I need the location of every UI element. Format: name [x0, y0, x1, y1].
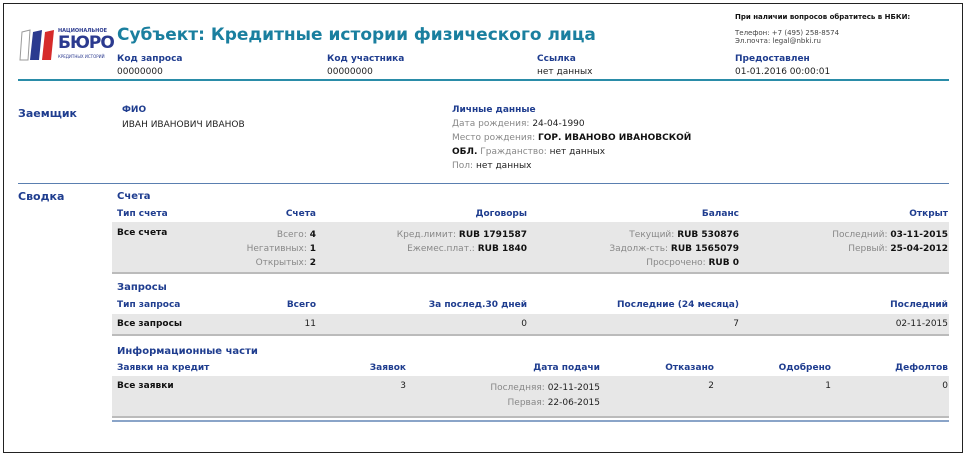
- birth-place: Место рождения: ГОР. ИВАНОВО ИВАНОВСКОЙ: [452, 133, 692, 143]
- account-contracts: Кред.лимит: RUB 1791587 Ежемес.плат.: RU…: [396, 230, 527, 254]
- col-accounts: Счета: [285, 209, 316, 219]
- summary-bottom-divider: [112, 420, 949, 422]
- requests-row: [112, 314, 949, 336]
- applications-defaults: 0: [942, 381, 948, 391]
- member-code-label: Код участника: [327, 54, 405, 64]
- borrower-divider: [18, 183, 949, 184]
- all-accounts-label: Все счета: [117, 228, 168, 238]
- applications-refused: 2: [708, 381, 714, 391]
- all-applications-label: Все заявки: [117, 381, 174, 391]
- requests-24-months: 7: [733, 319, 739, 329]
- sex: Пол: нет данных: [452, 161, 532, 171]
- birth-date: Дата рождения: 24-04-1990: [452, 119, 585, 129]
- requests-title: Запросы: [117, 282, 167, 293]
- contact-phone: Телефон: +7 (495) 258-8574: [735, 29, 840, 37]
- header-divider: [18, 79, 949, 81]
- account-counts: Всего: 4 Негативных: 1 Открытых: 2: [246, 230, 316, 268]
- col-last-request: Последний: [890, 300, 948, 310]
- member-code-value: 00000000: [327, 67, 373, 77]
- col-total: Всего: [286, 300, 316, 310]
- col-balance: Баланс: [701, 209, 739, 219]
- col-app-count: Заявок: [369, 363, 406, 373]
- accounts-row: [112, 222, 949, 274]
- fio-value: ИВАН ИВАНОВИЧ ИВАНОВ: [122, 120, 245, 130]
- provided-label: Предоставлен: [735, 54, 810, 64]
- info-parts-title: Информационные части: [117, 346, 258, 357]
- personal-data-label: Личные данные: [452, 105, 536, 115]
- col-refused: Отказано: [665, 363, 714, 373]
- fio-label: ФИО: [122, 105, 147, 115]
- col-approved: Одобрено: [778, 363, 831, 373]
- contact-email[interactable]: Эл.почта: legal@nbki.ru: [735, 37, 821, 45]
- col-opened: Открыт: [909, 209, 948, 219]
- col-request-type: Тип запроса: [117, 300, 181, 310]
- col-submit-date: Дата подачи: [533, 363, 600, 373]
- nbki-logo: НАЦИОНАЛЬНОЕ БЮРО КРЕДИТНЫХ ИСТОРИЙ: [18, 28, 115, 64]
- provided-value: 01-01.2016 00:00:01: [735, 67, 831, 77]
- request-code-label: Код запроса: [117, 54, 183, 64]
- all-requests-label: Все запросы: [117, 319, 183, 329]
- contact-heading: При наличии вопросов обратитесь в НБКИ:: [735, 13, 911, 21]
- applications-dates: Последняя: 02-11-2015 Первая: 22-06-2015: [490, 383, 600, 408]
- page-title: Субъект: Кредитные истории физического л…: [117, 25, 596, 45]
- col-last-24-months: Последние (24 месяца): [617, 300, 739, 310]
- requests-last: 02-11-2015: [895, 319, 948, 329]
- applications-count: 3: [400, 381, 406, 391]
- account-opened: Последний: 03-11-2015 Первый: 25-04-2012: [832, 230, 948, 254]
- col-defaults: Дефолтов: [895, 363, 948, 373]
- requests-30-days: 0: [521, 319, 527, 329]
- request-code-value: 00000000: [117, 67, 163, 77]
- summary-section-title: Сводка: [18, 190, 65, 203]
- col-last-30-days: За послед.30 дней: [428, 300, 527, 310]
- borrower-section-title: Заемщик: [18, 107, 78, 120]
- applications-approved: 1: [825, 381, 831, 391]
- account-balance: Текущий: RUB 530876 Задолж-сть: RUB 1565…: [609, 230, 739, 268]
- col-account-type: Тип счета: [117, 209, 168, 219]
- citizenship: ОБЛ. Гражданство: нет данных: [452, 147, 606, 157]
- accounts-title: Счета: [117, 191, 151, 202]
- requests-total: 11: [304, 319, 316, 329]
- col-applications: Заявки на кредит: [117, 363, 210, 373]
- link-label: Ссылка: [537, 54, 576, 64]
- col-contracts: Договоры: [475, 209, 527, 219]
- link-value: нет данных: [537, 67, 593, 77]
